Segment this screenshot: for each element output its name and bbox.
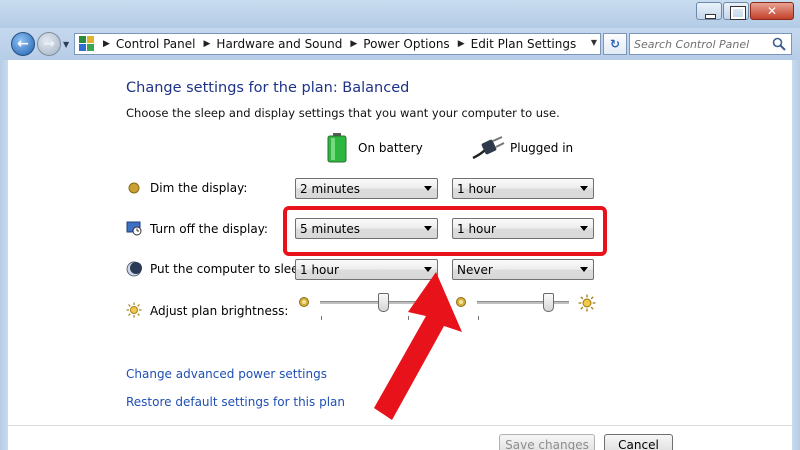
breadcrumb-control-panel[interactable]: Control Panel — [116, 37, 196, 51]
forward-button[interactable]: → — [37, 32, 61, 56]
column-plugged-in: Plugged in — [510, 141, 574, 155]
brightness-plugged-slider[interactable] — [477, 292, 569, 320]
chevron-down-icon — [580, 186, 588, 191]
power-plug-icon — [472, 136, 505, 160]
chevron-right-icon[interactable]: ▶ — [350, 39, 357, 49]
search-box[interactable] — [629, 33, 792, 55]
dim-display-plugged-value: 1 hour — [457, 182, 496, 196]
maximize-button[interactable] — [723, 2, 749, 20]
control-panel-icon — [79, 36, 95, 52]
back-button[interactable]: ← — [11, 32, 35, 56]
advanced-settings-link[interactable]: Change advanced power settings — [126, 367, 327, 381]
chevron-right-icon[interactable]: ▶ — [204, 39, 211, 49]
red-arrow-annotation — [374, 272, 462, 420]
column-on-battery: On battery — [358, 141, 423, 155]
dim-display-plugged-select[interactable]: 1 hour — [452, 178, 594, 199]
sleep-label: Put the computer to sleep: — [150, 262, 311, 276]
footer-divider — [8, 425, 792, 426]
dim-brightness-icon — [299, 297, 309, 307]
dim-display-label: Dim the display: — [150, 181, 248, 195]
battery-icon — [327, 133, 347, 163]
chevron-right-icon[interactable]: ▶ — [458, 39, 465, 49]
slider-tick — [321, 316, 322, 320]
refresh-button[interactable]: ↻ — [603, 33, 627, 55]
brightness-sun-icon — [126, 302, 142, 318]
cancel-button[interactable]: Cancel — [604, 434, 673, 450]
highlight-box — [283, 206, 607, 256]
address-bar[interactable]: ▶ Control Panel ▶ Hardware and Sound ▶ P… — [74, 33, 601, 55]
window-border-left — [0, 60, 8, 450]
dim-display-battery-value: 2 minutes — [300, 182, 361, 196]
caption-buttons — [695, 2, 794, 20]
sleep-moon-icon — [126, 261, 142, 277]
breadcrumb-edit-plan-settings[interactable]: Edit Plan Settings — [471, 37, 577, 51]
window-border-right — [792, 60, 800, 450]
chevron-right-icon[interactable]: ▶ — [103, 39, 110, 49]
search-icon[interactable] — [772, 37, 786, 51]
recent-pages-icon[interactable]: ▼ — [63, 40, 69, 49]
address-dropdown-icon[interactable]: ▼ — [591, 38, 597, 47]
page-title: Change settings for the plan: Balanced — [126, 80, 410, 96]
chevron-down-icon — [580, 267, 588, 272]
brightness-label: Adjust plan brightness: — [150, 304, 289, 318]
dim-display-battery-select[interactable]: 2 minutes — [295, 178, 438, 199]
display-off-icon — [126, 221, 142, 236]
breadcrumb-hardware-and-sound[interactable]: Hardware and Sound — [216, 37, 342, 51]
breadcrumb-power-options[interactable]: Power Options — [363, 37, 449, 51]
page-subtitle: Choose the sleep and display settings th… — [126, 106, 560, 120]
sleep-battery-value: 1 hour — [300, 263, 339, 277]
restore-defaults-link[interactable]: Restore default settings for this plan — [126, 395, 345, 409]
search-input[interactable] — [634, 36, 768, 52]
display-off-label: Turn off the display: — [150, 222, 268, 236]
chevron-down-icon — [424, 186, 432, 191]
minimize-button[interactable] — [696, 2, 722, 20]
slider-track — [477, 301, 569, 304]
save-changes-button[interactable]: Save changes — [499, 434, 595, 450]
close-button[interactable] — [750, 2, 794, 20]
brightness-plugged-thumb[interactable] — [543, 293, 554, 312]
bright-sun-icon — [578, 294, 596, 312]
dim-display-icon — [128, 182, 140, 194]
title-bar — [0, 0, 800, 28]
